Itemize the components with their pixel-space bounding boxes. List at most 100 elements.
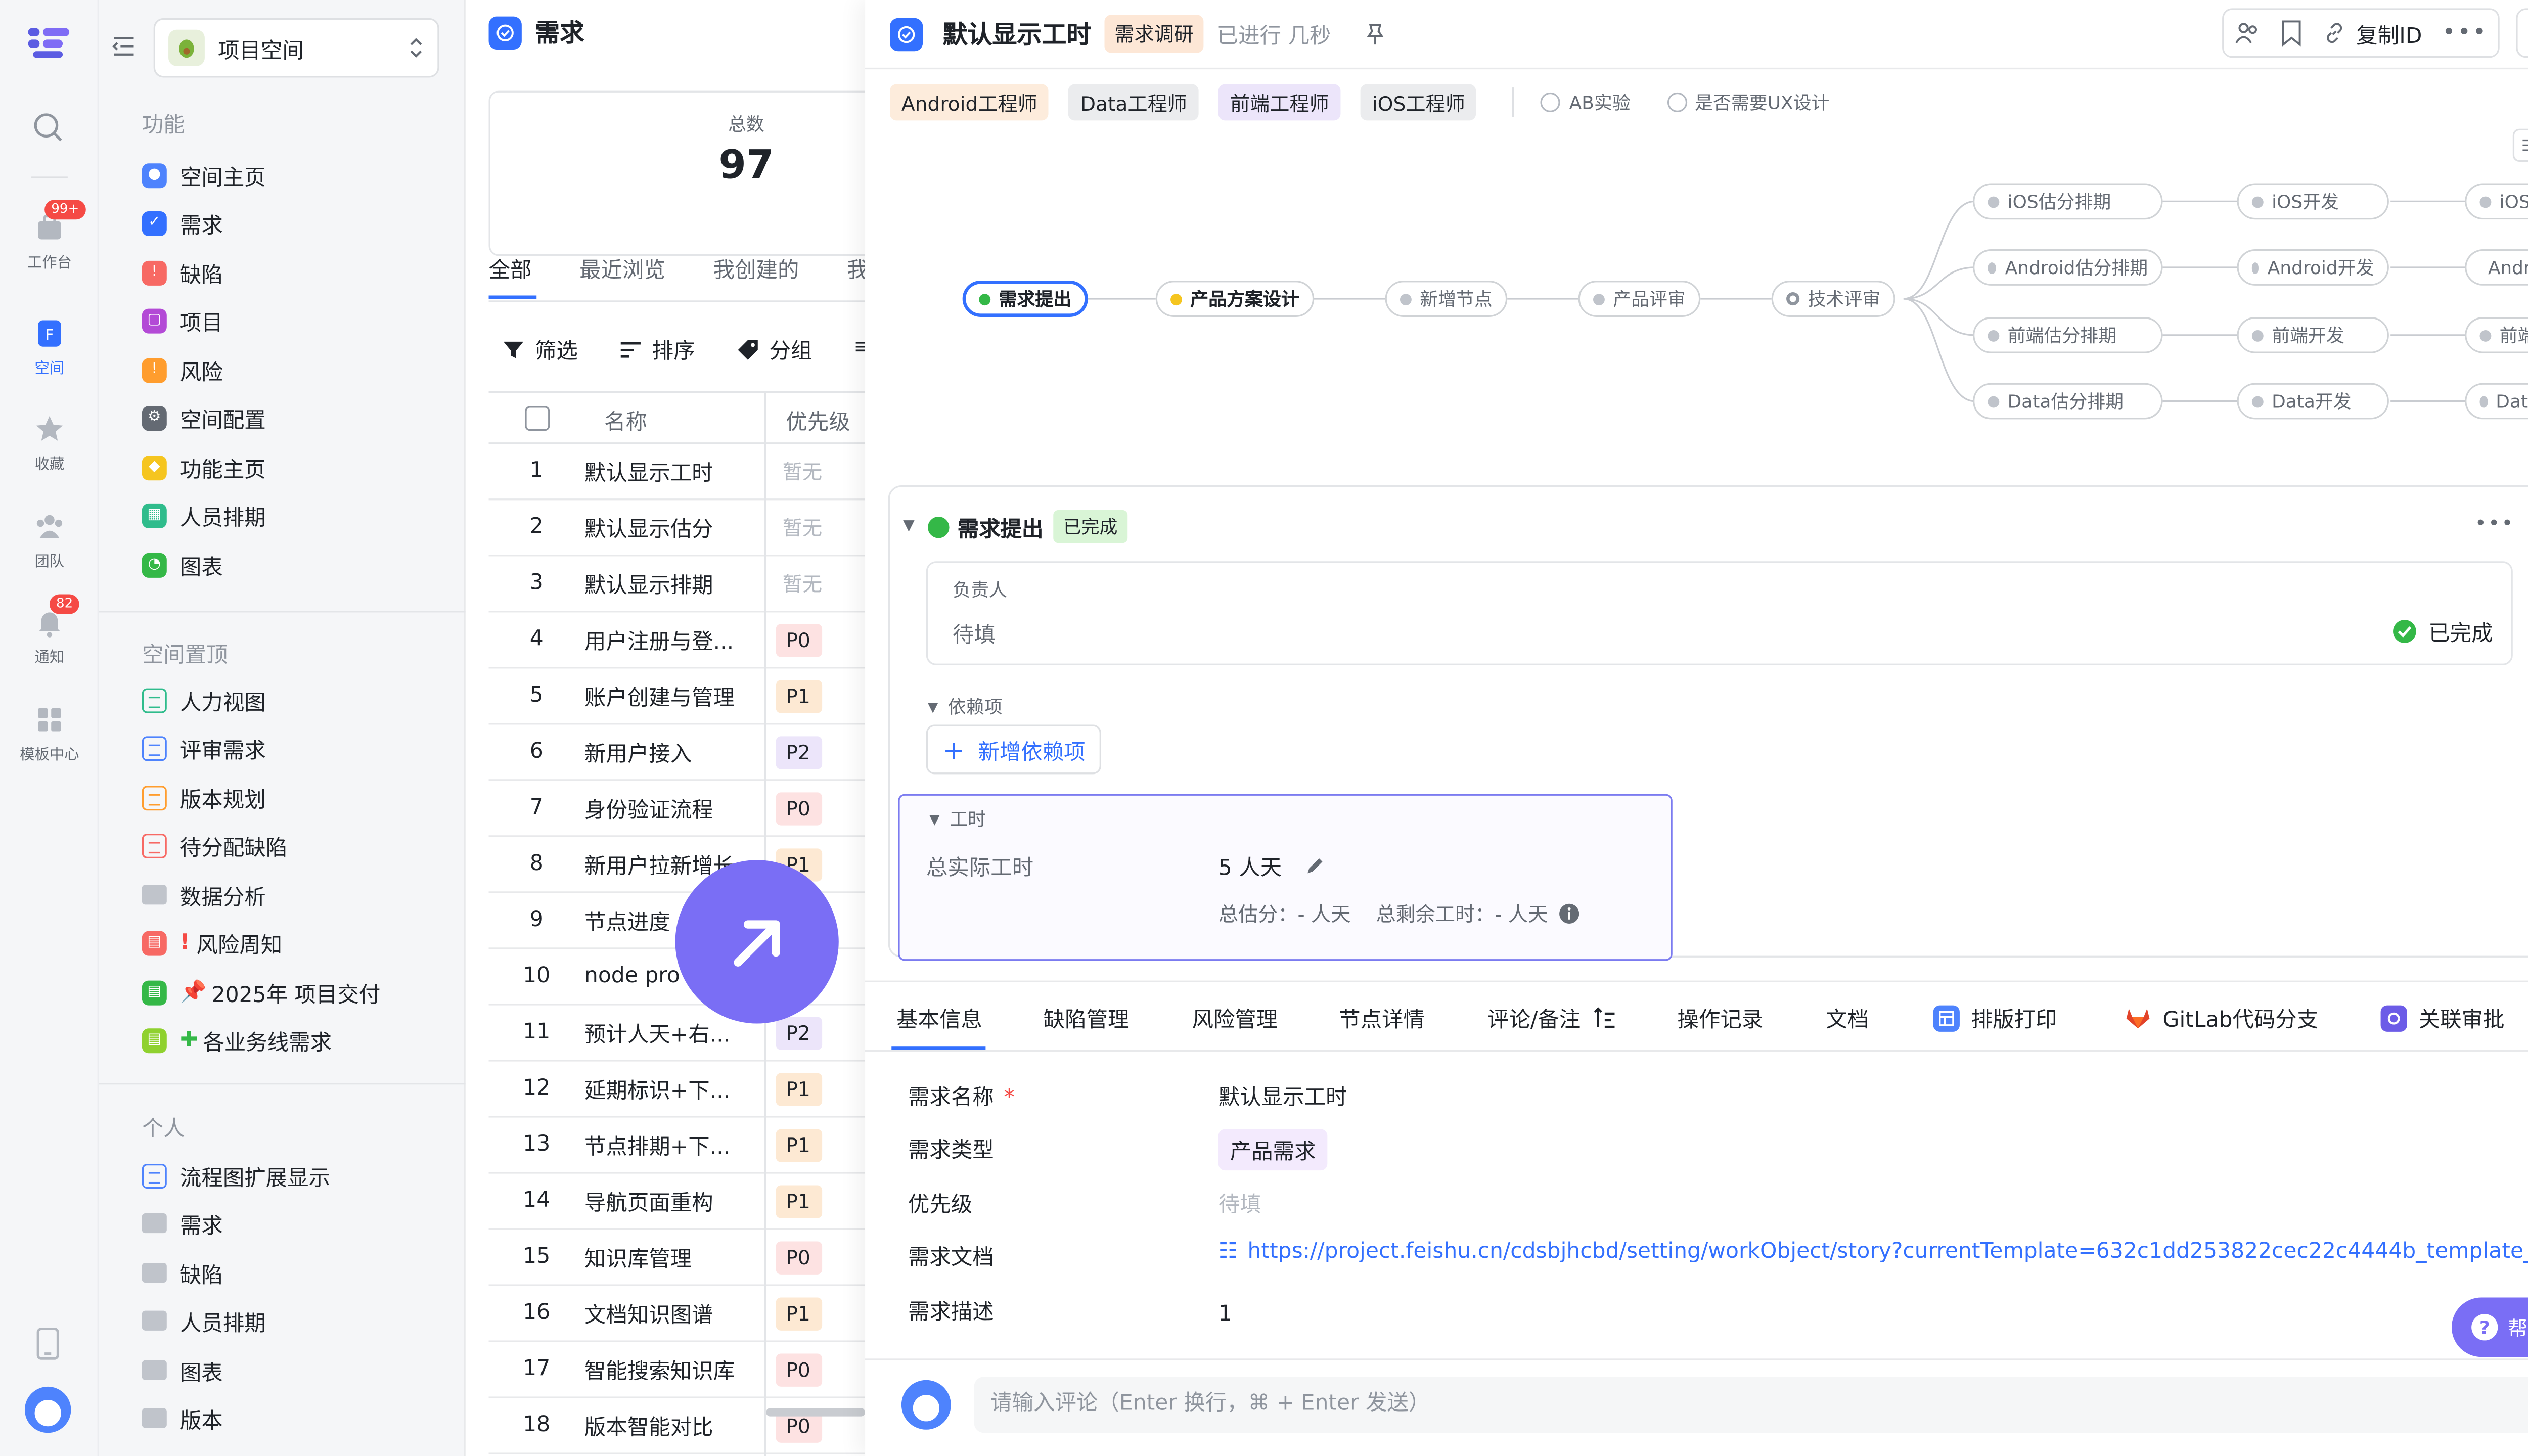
row-priority[interactable]: P2	[776, 1017, 823, 1050]
flow-node-data-dev[interactable]: Data开发	[2237, 383, 2389, 420]
sidebar-pinned-unassigned[interactable]: 待分配缺陷	[142, 827, 287, 863]
tab-print[interactable]: 排版打印	[1933, 1002, 2057, 1033]
sidebar-personal-defects[interactable]: 缺陷	[142, 1255, 223, 1291]
row-name[interactable]: 延期标识+下...	[584, 1073, 766, 1105]
row-name[interactable]: 预计人天+右...	[584, 1017, 766, 1048]
rail-workbench[interactable]: 工作台 99+	[0, 200, 99, 272]
sidebar-personal-flowchart[interactable]: 流程图扩展显示	[142, 1157, 330, 1194]
table-row[interactable]: 18 版本智能对比 P0	[488, 1398, 869, 1454]
flow-node-new[interactable]: 新增节点	[1385, 281, 1508, 317]
pin-icon[interactable]	[1364, 22, 1387, 46]
row-priority[interactable]: P0	[776, 792, 823, 826]
row-priority[interactable]: P2	[776, 736, 823, 769]
mobile-icon[interactable]	[35, 1327, 61, 1360]
row-priority[interactable]: P1	[776, 1129, 823, 1162]
table-row[interactable]: 2 默认显示估分 暂无	[488, 500, 869, 557]
row-priority[interactable]: P1	[776, 1297, 823, 1331]
chip-ios[interactable]: iOS工程师	[1360, 84, 1477, 121]
sidebar-pinned-staff-view[interactable]: 人力视图	[142, 682, 266, 718]
rail-notifications[interactable]: 通知 82	[0, 594, 99, 667]
dependencies-toggle[interactable]: ▼ 依赖项	[928, 693, 1002, 719]
comment-input[interactable]: 请输入评论（Enter 换行，⌘ + Enter 发送）	[974, 1377, 2528, 1433]
flow-node-data-test[interactable]: Data测试	[2465, 383, 2528, 420]
sidebar-item-feature-home[interactable]: ◆ 功能主页	[142, 449, 266, 485]
ab-test-checkbox[interactable]: AB实验	[1541, 89, 1631, 115]
sidebar-item-requirements[interactable]: ✓ 需求	[142, 205, 223, 241]
sort-button[interactable]: 排序	[619, 334, 695, 365]
info-icon[interactable]	[1558, 903, 1579, 924]
close-button[interactable]	[2516, 8, 2528, 58]
add-dependency-button[interactable]: + 新增依赖项	[926, 724, 1102, 775]
sidebar-item-projects[interactable]: ▢ 项目	[142, 302, 223, 339]
tab-recent[interactable]: 最近浏览	[579, 253, 665, 284]
row-priority[interactable]: P0	[776, 1353, 823, 1387]
row-name[interactable]: 版本智能对比	[584, 1410, 766, 1441]
status-tag[interactable]: 需求调研	[1104, 15, 1204, 53]
row-priority[interactable]: P0	[776, 624, 823, 657]
sidebar-pinned-risk-notice[interactable]: ▤! 风险周知	[142, 925, 282, 961]
row-name[interactable]: 节点排期+下...	[584, 1129, 766, 1161]
table-row[interactable]: 6 新用户接入 P2	[488, 724, 869, 781]
tab-gitlab[interactable]: GitLab代码分支	[2125, 1002, 2318, 1033]
tab-basic-info[interactable]: 基本信息	[896, 1002, 982, 1033]
row-name[interactable]: 默认显示排期	[584, 568, 766, 599]
search-icon[interactable]	[31, 111, 64, 144]
tab-node-details[interactable]: 节点详情	[1339, 1002, 1425, 1033]
flow-node-frontend-estimate[interactable]: 前端估分排期	[1973, 316, 2163, 353]
floating-open-button[interactable]	[675, 860, 839, 1024]
flow-node-ios-dev[interactable]: iOS开发	[2237, 183, 2389, 220]
flow-node-ios-test[interactable]: iOS测试	[2465, 183, 2528, 220]
sidebar-item-space-home[interactable]: ● 空间主页	[142, 157, 266, 193]
table-row[interactable]: 7 身份验证流程 P0	[488, 781, 869, 837]
app-logo[interactable]	[28, 23, 71, 60]
flow-node-requirement[interactable]: 需求提出	[962, 281, 1088, 317]
rail-team[interactable]: 团队	[0, 510, 99, 571]
sidebar-pinned-business[interactable]: ▤ ✚ 各业务线需求	[142, 1022, 332, 1058]
ux-design-checkbox[interactable]: 是否需要UX设计	[1666, 89, 1829, 115]
mark-complete-button[interactable]: 已完成	[2392, 616, 2493, 647]
more-icon[interactable]: •••	[2442, 20, 2488, 46]
flow-node-ios-estimate[interactable]: iOS估分排期	[1973, 183, 2163, 220]
flow-node-frontend-dev[interactable]: 前端开发	[2237, 316, 2389, 353]
actual-hours-value[interactable]: 5 人天	[1218, 850, 1327, 882]
table-row[interactable]: 17 智能搜索知识库 P0	[488, 1342, 869, 1398]
sidebar-item-defects[interactable]: ! 缺陷	[142, 254, 223, 291]
row-priority[interactable]: 暂无	[776, 512, 829, 544]
sidebar-item-risks[interactable]: ! 风险	[142, 352, 223, 388]
row-name[interactable]: 知识库管理	[584, 1242, 766, 1273]
flow-node-data-estimate[interactable]: Data估分排期	[1973, 383, 2163, 420]
table-row[interactable]: 5 账户创建与管理 P1	[488, 668, 869, 725]
detail-title[interactable]: 默认显示工时	[942, 17, 1091, 52]
chip-android[interactable]: Android工程师	[890, 84, 1049, 121]
table-row[interactable]: 16 文档知识图谱 P1	[488, 1286, 869, 1342]
row-priority[interactable]: P0	[776, 1241, 823, 1275]
table-row[interactable]: 15 知识库管理 P0	[488, 1230, 869, 1286]
row-name[interactable]: 文档知识图谱	[584, 1298, 766, 1329]
sidebar-personal-charts[interactable]: 图表	[142, 1352, 223, 1388]
space-switcher[interactable]: 项目空间	[153, 18, 439, 78]
rail-space[interactable]: F 空间	[0, 317, 99, 378]
sidebar-pinned-version-plan[interactable]: 版本规划	[142, 779, 266, 815]
row-name[interactable]: 身份验证流程	[584, 792, 766, 824]
flow-node-android-estimate[interactable]: Android估分排期	[1973, 249, 2163, 286]
user-avatar[interactable]	[24, 1386, 71, 1433]
group-button[interactable]: 分组	[736, 334, 812, 365]
sidebar-item-charts[interactable]: ◔ 图表	[142, 547, 223, 583]
flow-node-frontend-test[interactable]: 前端测试	[2465, 316, 2528, 353]
row-name[interactable]: 导航页面重构	[584, 1185, 766, 1217]
sidebar-item-staff-schedule[interactable]: ▦ 人员排期	[142, 497, 266, 533]
table-row[interactable]: 3 默认显示排期 暂无	[488, 556, 869, 613]
row-priority[interactable]: 暂无	[776, 456, 829, 488]
work-hours-toggle[interactable]: ▼ 工时	[929, 805, 986, 832]
field-value-name[interactable]: 默认显示工时	[1218, 1080, 1347, 1111]
table-row[interactable]: 1 默认显示工时 暂无	[488, 444, 869, 500]
row-name[interactable]: 默认显示工时	[584, 456, 766, 487]
flow-node-tech-review[interactable]: 技术评审	[1771, 281, 1895, 317]
select-all-checkbox[interactable]	[525, 406, 550, 431]
tab-approval[interactable]: 关联审批	[2380, 1002, 2505, 1033]
collapse-sidebar-icon[interactable]	[111, 33, 137, 59]
flow-node-android-dev[interactable]: Android开发	[2237, 249, 2389, 286]
table-row[interactable]: 4 用户注册与登... P0	[488, 612, 869, 669]
filter-button[interactable]: 筛选	[502, 334, 578, 365]
field-value-priority[interactable]: 待填	[1218, 1187, 1261, 1218]
